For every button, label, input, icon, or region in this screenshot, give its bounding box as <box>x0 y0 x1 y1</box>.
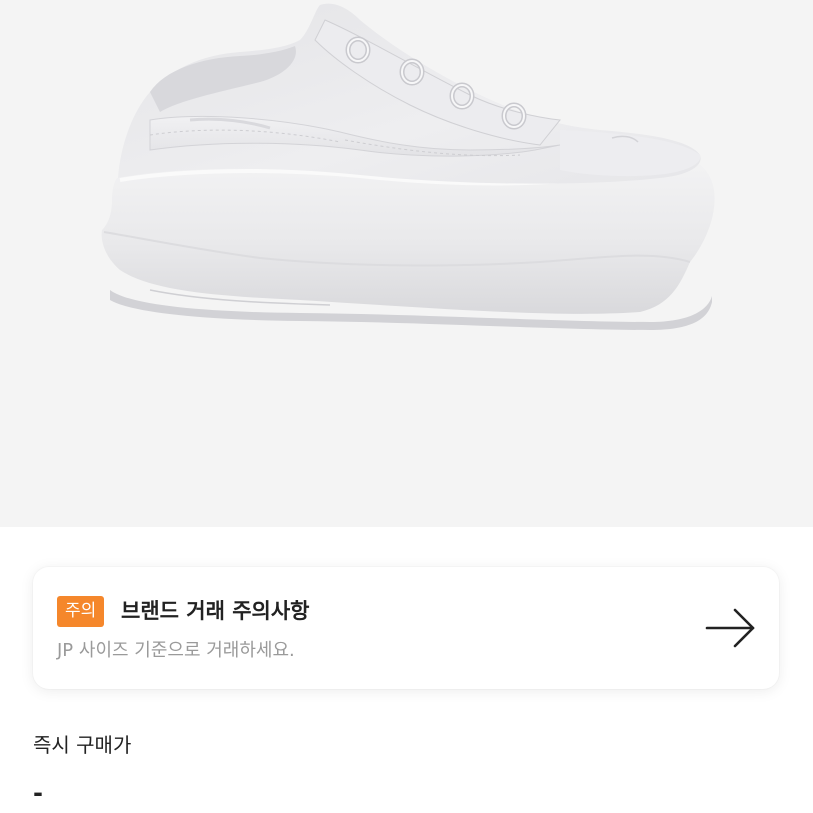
notice-title: 브랜드 거래 주의사항 <box>121 599 310 623</box>
caution-badge: 주의 <box>57 596 105 627</box>
notice-subtitle: JP 사이즈 기준으로 거래하세요. <box>57 640 295 661</box>
sneaker-illustration <box>101 3 715 330</box>
arrow-right-icon[interactable] <box>705 607 757 649</box>
instant-buy-price-label: 즉시 구매가 <box>33 733 132 757</box>
product-detail-page: 주의 브랜드 거래 주의사항 JP 사이즈 기준으로 거래하세요. 즉시 구매가… <box>0 0 813 813</box>
product-image[interactable] <box>0 0 813 527</box>
instant-buy-price-value: - <box>33 779 43 807</box>
brand-notice-card[interactable]: 주의 브랜드 거래 주의사항 JP 사이즈 기준으로 거래하세요. <box>33 567 779 689</box>
